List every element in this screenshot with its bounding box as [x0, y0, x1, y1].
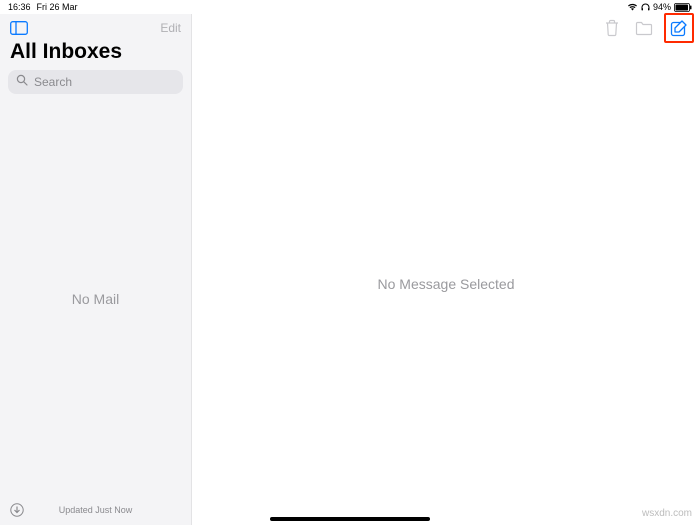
edit-button[interactable]: Edit [160, 21, 181, 35]
status-bar: 16:36 Fri 26 Mar 94% [0, 0, 700, 14]
battery-percent: 94% [653, 2, 671, 12]
compose-button[interactable] [667, 16, 691, 40]
footer-status-text: Updated Just Now [59, 505, 133, 515]
search-input[interactable] [8, 70, 183, 94]
sidebar-footer: Updated Just Now [0, 495, 191, 525]
status-date: Fri 26 Mar [37, 2, 78, 12]
move-folder-button[interactable] [632, 16, 656, 40]
watermark: wsxdn.com [642, 508, 692, 519]
status-time: 16:36 [8, 2, 31, 12]
sidebar-empty-text: No Mail [0, 102, 191, 495]
mailbox-title: All Inboxes [0, 38, 191, 70]
wifi-icon [627, 3, 638, 11]
sidebar-toggle-icon[interactable] [10, 21, 28, 35]
main-empty-text: No Message Selected [192, 42, 700, 525]
sidebar: Edit All Inboxes No Mail [0, 14, 192, 525]
search-text-field[interactable] [34, 75, 189, 89]
trash-button[interactable] [600, 16, 624, 40]
download-icon[interactable] [10, 503, 24, 517]
main-pane: No Message Selected [192, 14, 700, 525]
headphones-icon [641, 3, 650, 11]
battery-icon [674, 3, 692, 12]
main-toolbar [192, 14, 700, 42]
home-indicator[interactable] [270, 517, 430, 521]
search-icon [16, 73, 28, 91]
compose-highlight-annotation [664, 13, 694, 43]
